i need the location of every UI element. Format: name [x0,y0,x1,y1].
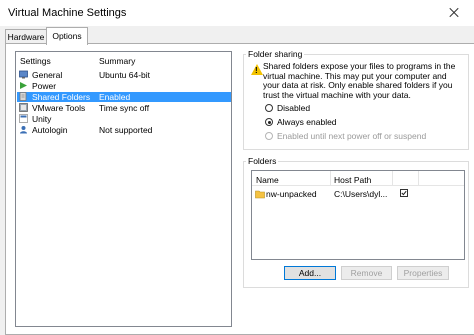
check-icon [401,190,407,196]
settings-row-name: General [32,70,63,80]
radio-disabled[interactable] [265,104,273,112]
tab-hardware[interactable]: Hardware [5,29,47,44]
radio-always-enabled[interactable] [265,118,273,126]
radio-always-enabled-label[interactable]: Always enabled [277,117,337,127]
folders-title: Folders [246,156,279,166]
shared-folders-icon [19,92,27,101]
folder-properties-button: Properties [397,266,449,280]
settings-row-summary: Ubuntu 64-bit [99,70,151,80]
remove-folder-button: Remove [341,266,392,280]
column-summary: Summary [99,56,136,66]
settings-row-shared-folders[interactable]: Shared Folders Enabled [17,92,231,102]
settings-row-general[interactable]: General Ubuntu 64-bit [17,70,231,80]
power-icon [20,82,27,89]
column-divider[interactable] [392,171,393,186]
folder-sharing-title: Folder sharing [246,49,305,59]
settings-list-header: Settings Summary [16,52,231,68]
unity-icon [19,114,28,123]
folder-enabled-checkbox[interactable] [400,189,408,197]
settings-row-name: Unity [32,114,52,124]
folder-row-name: nw-unpacked [266,189,317,199]
radio-disabled-label[interactable]: Disabled [277,103,310,113]
settings-row-name: Power [32,81,57,91]
settings-list[interactable]: Settings Summary General Ubuntu 64-bit P… [15,51,232,327]
tab-options[interactable]: Options [46,27,88,45]
settings-row-name: VMware Tools [32,103,86,113]
settings-row-unity[interactable]: Unity [17,114,231,124]
column-settings: Settings [20,56,51,66]
general-icon [19,70,28,79]
close-icon[interactable] [434,0,474,26]
settings-row-name: Shared Folders [32,92,91,102]
warning-icon-mark: ! [255,66,258,75]
column-name[interactable]: Name [256,175,279,185]
settings-row-summary: Enabled [99,92,131,102]
settings-row-autologin[interactable]: Autologin Not supported [17,125,231,135]
settings-row-vmware-tools[interactable]: VMware Tools Time sync off [17,103,231,113]
vmware-tools-icon [19,103,28,112]
folder-row-host-path: C:\Users\dyl... [334,189,388,199]
window-title: Virtual Machine Settings [8,7,127,19]
settings-row-summary: Time sync off [99,103,150,113]
autologin-icon [20,126,27,134]
column-host-path[interactable]: Host Path [334,175,371,185]
column-divider[interactable] [330,171,331,186]
folder-row[interactable]: nw-unpacked C:\Users\dyl... [252,187,464,201]
settings-row-summary: Not supported [99,125,153,135]
folder-sharing-description: Shared folders expose your files to prog… [263,61,456,100]
folder-icon [255,190,265,199]
column-divider[interactable] [418,171,419,186]
settings-row-power[interactable]: Power [17,81,231,91]
settings-row-name: Autologin [32,125,68,135]
radio-enabled-until-power-off-label: Enabled until next power off or suspend [277,131,427,141]
radio-enabled-until-power-off [265,132,273,140]
add-folder-button[interactable]: Add... [284,266,336,280]
